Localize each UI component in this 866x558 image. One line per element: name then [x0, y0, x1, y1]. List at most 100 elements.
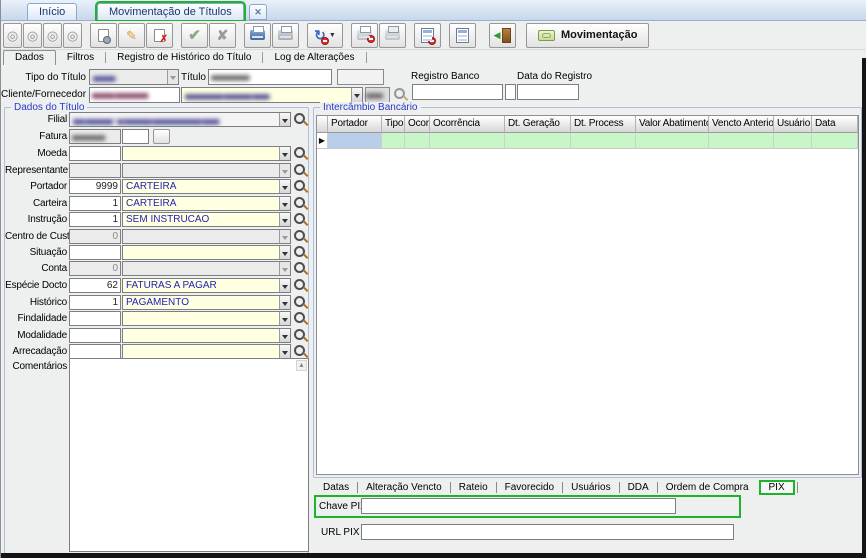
- col-tipo[interactable]: Tipo: [382, 116, 405, 133]
- arrecadacao-combo[interactable]: [122, 344, 291, 359]
- tipo-titulo-combo[interactable]: ▄▄▄▄: [89, 69, 179, 85]
- fatura-search-button[interactable]: [153, 129, 170, 144]
- especie-docto-combo[interactable]: FATURAS A PAGAR: [122, 278, 291, 293]
- col-valor-abatimento[interactable]: Valor Abatimento: [636, 116, 709, 133]
- registro-banco-input[interactable]: [412, 84, 503, 100]
- chevron-down-icon[interactable]: [279, 197, 290, 210]
- arrecadacao-code-input[interactable]: [69, 344, 121, 359]
- findalidade-combo[interactable]: [122, 311, 291, 326]
- situacao-search-icon[interactable]: [294, 246, 307, 259]
- delete-record-button[interactable]: [146, 23, 173, 48]
- fatura-input[interactable]: ▄▄▄▄▄▄: [69, 129, 121, 144]
- device-button[interactable]: [379, 23, 406, 48]
- historico-combo[interactable]: PAGAMENTO: [122, 295, 291, 310]
- moeda-combo[interactable]: [122, 146, 291, 161]
- col-vencto-anterior[interactable]: Vencto Anterior: [709, 116, 774, 133]
- situacao-code-input[interactable]: [69, 245, 121, 260]
- chevron-down-icon[interactable]: [279, 329, 290, 342]
- calc-button[interactable]: [449, 23, 476, 48]
- col-usuario[interactable]: Usuário: [774, 116, 812, 133]
- modalidade-combo[interactable]: [122, 328, 291, 343]
- chevron-down-icon[interactable]: [279, 296, 290, 309]
- col-data[interactable]: Data: [812, 116, 858, 133]
- filial-search-icon[interactable]: [294, 113, 307, 126]
- chevron-down-icon[interactable]: [279, 180, 290, 193]
- historico-code-input[interactable]: [69, 295, 121, 310]
- moeda-search-icon[interactable]: [294, 147, 307, 160]
- portador-code-input[interactable]: [69, 179, 121, 194]
- representante-search-icon[interactable]: [294, 164, 307, 177]
- registro-banco-aux-box[interactable]: [505, 84, 516, 100]
- calc-remove-button[interactable]: [414, 23, 441, 48]
- arrecadacao-search-icon[interactable]: [294, 345, 307, 358]
- tab-inicio[interactable]: Início: [27, 3, 77, 20]
- nav-next-button[interactable]: ◎: [43, 23, 62, 48]
- tab-datas[interactable]: Datas: [315, 482, 357, 493]
- print-preview-button[interactable]: [272, 23, 299, 48]
- tab-alteracao-vencto[interactable]: Alteração Vencto: [358, 482, 450, 493]
- instrucao-combo[interactable]: SEM INSTRUCAO: [122, 212, 291, 227]
- new-record-button[interactable]: [90, 23, 117, 48]
- cliente-search-icon[interactable]: [394, 88, 407, 101]
- chevron-down-icon[interactable]: [279, 279, 290, 292]
- tab-log-alteracoes[interactable]: Log de Alterações: [263, 51, 365, 65]
- cliente-code-input[interactable]: ▄▄▄▄ ▄▄▄▄▄▄: [89, 87, 180, 103]
- col-portador[interactable]: Portador: [328, 116, 382, 133]
- boleto-print-button[interactable]: [351, 23, 378, 48]
- carteira-combo[interactable]: CARTEIRA: [122, 196, 291, 211]
- tab-filtros[interactable]: Filtros: [56, 51, 105, 65]
- especie-docto-search-icon[interactable]: [294, 279, 307, 292]
- situacao-combo[interactable]: [122, 245, 291, 260]
- tab-dda[interactable]: DDA: [620, 482, 657, 493]
- findalidade-code-input[interactable]: [69, 311, 121, 326]
- moeda-code-input[interactable]: [69, 146, 121, 161]
- fatura-aux-input[interactable]: [122, 129, 149, 144]
- tab-usuarios[interactable]: Usuários: [563, 482, 618, 493]
- cliente-nome-combo[interactable]: ▄▄▄▄▄▄▄ ▄▄▄▄▄ ▄▄▄: [181, 87, 363, 103]
- tab-favorecido[interactable]: Favorecido: [497, 482, 562, 493]
- print-button[interactable]: [244, 23, 271, 48]
- tab-rateio[interactable]: Rateio: [451, 482, 496, 493]
- col-ocorrencia[interactable]: Ocorrência: [430, 116, 505, 133]
- data-registro-input[interactable]: [517, 84, 579, 100]
- tab-ordem-de-compra[interactable]: Ordem de Compra: [658, 482, 757, 493]
- carteira-search-icon[interactable]: [294, 197, 307, 210]
- chevron-down-icon[interactable]: [279, 312, 290, 325]
- historico-search-icon[interactable]: [294, 296, 307, 309]
- close-tab-button[interactable]: ✕: [249, 4, 267, 20]
- titulo-aux-box[interactable]: [337, 69, 384, 85]
- titulo-input[interactable]: ▄▄▄▄▄▄▄: [208, 69, 332, 85]
- tab-dados[interactable]: Dados: [3, 50, 56, 65]
- cancel-button[interactable]: ✘: [209, 23, 236, 48]
- modalidade-code-input[interactable]: [69, 328, 121, 343]
- movimentacao-button[interactable]: Movimentação: [526, 23, 649, 48]
- nav-first-button[interactable]: ◎: [3, 23, 22, 48]
- scroll-up-icon[interactable]: ▲: [296, 360, 307, 371]
- instrucao-code-input[interactable]: [69, 212, 121, 227]
- portador-search-icon[interactable]: [294, 180, 307, 193]
- nav-prev-button[interactable]: ◎: [23, 23, 42, 48]
- url-pix-input[interactable]: [361, 524, 734, 540]
- tab-registro-historico[interactable]: Registro de Histórico do Título: [106, 51, 262, 65]
- tab-pix[interactable]: PIX: [759, 480, 795, 495]
- tab-movimentacao-de-titulos[interactable]: Movimentação de Títulos: [97, 3, 244, 20]
- chevron-down-icon[interactable]: [351, 88, 362, 102]
- modalidade-search-icon[interactable]: [294, 329, 307, 342]
- centro-custo-search-icon[interactable]: [294, 230, 307, 243]
- chevron-down-icon[interactable]: [279, 113, 290, 126]
- comentarios-textarea[interactable]: ▲: [69, 358, 309, 552]
- col-dt-geracao[interactable]: Dt. Geração: [505, 116, 571, 133]
- col-ocor[interactable]: Ocor.: [405, 116, 430, 133]
- chevron-down-icon[interactable]: [279, 246, 290, 259]
- carteira-code-input[interactable]: [69, 196, 121, 211]
- exit-button[interactable]: ◀: [489, 23, 516, 48]
- grid-selected-row[interactable]: ▶: [317, 133, 858, 149]
- filial-combo[interactable]: ▄▄ ▄▄▄▄▄ - ▄ ▄▄▄▄▄ ▄▄▄▄▄▄▄▄▄ ▄▄▄: [69, 112, 291, 127]
- conta-search-icon[interactable]: [294, 262, 307, 275]
- chevron-down-icon[interactable]: [279, 345, 290, 358]
- findalidade-search-icon[interactable]: [294, 312, 307, 325]
- confirm-button[interactable]: ✔: [181, 23, 208, 48]
- chave-pix-input[interactable]: [361, 498, 676, 514]
- instrucao-search-icon[interactable]: [294, 213, 307, 226]
- nav-last-button[interactable]: ◎: [63, 23, 82, 48]
